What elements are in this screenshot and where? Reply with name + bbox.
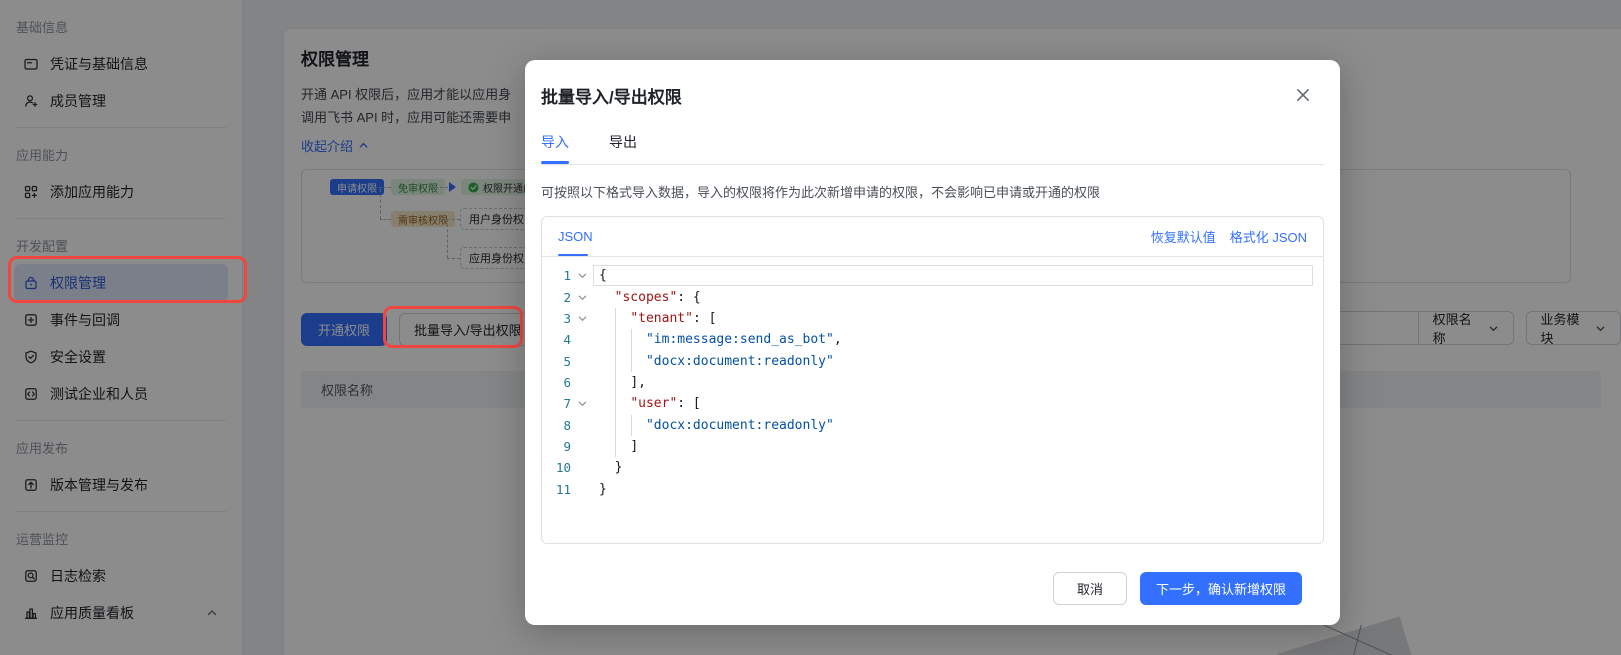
modal-description: 可按照以下格式导入数据，导入的权限将作为此次新增申请的权限，不会影响已申请或开通… (541, 182, 1324, 201)
code-line: 11} (542, 478, 1323, 499)
code-content: "tenant": [ (593, 308, 1313, 329)
line-number: 4 (542, 332, 571, 347)
code-line: 1{ (542, 265, 1323, 286)
fold-chevron-icon[interactable] (571, 292, 593, 303)
code-line: 5 "docx:document:readonly" (542, 350, 1323, 371)
modal-title: 批量导入/导出权限 (541, 60, 1324, 108)
code-content: "im:message:send_as_bot", (593, 329, 1313, 350)
json-editor-panel: JSON 恢复默认值 格式化 JSON 1{2 "scopes": {3 "te… (541, 216, 1324, 544)
line-number: 2 (542, 290, 571, 305)
code-line: 8 "docx:document:readonly" (542, 414, 1323, 435)
line-number: 9 (542, 439, 571, 454)
batch-import-export-modal: 批量导入/导出权限 导入 导出 可按照以下格式导入数据，导入的权限将作为此次新增… (525, 60, 1340, 625)
code-content: } (593, 457, 1313, 478)
code-content: "docx:document:readonly" (593, 414, 1313, 435)
code-content: ], (593, 372, 1313, 393)
line-number: 10 (542, 460, 571, 475)
code-content: "docx:document:readonly" (593, 350, 1313, 371)
code-line: 9 ] (542, 436, 1323, 457)
indent-guide (615, 308, 616, 458)
format-json-link[interactable]: 格式化 JSON (1230, 227, 1307, 246)
code-line: 6 ], (542, 372, 1323, 393)
restore-default-link[interactable]: 恢复默认值 (1151, 227, 1216, 246)
code-content: } (593, 478, 1313, 499)
line-number: 5 (542, 354, 571, 369)
code-content: { (593, 265, 1313, 286)
confirm-next-button[interactable]: 下一步，确认新增权限 (1140, 572, 1302, 605)
code-lines: 1{2 "scopes": {3 "tenant": [4 "im:messag… (542, 265, 1323, 500)
fold-chevron-icon[interactable] (571, 398, 593, 409)
cancel-button[interactable]: 取消 (1053, 572, 1127, 605)
fold-chevron-icon[interactable] (571, 270, 593, 281)
code-editor[interactable]: 1{2 "scopes": {3 "tenant": [4 "im:messag… (542, 257, 1323, 544)
tab-import[interactable]: 导入 (541, 132, 569, 164)
modal-footer: 取消 下一步，确认新增权限 (1053, 572, 1302, 605)
modal-tabs: 导入 导出 (541, 132, 1324, 164)
screen: 基础信息凭证与基础信息成员管理应用能力添加应用能力开发配置权限管理事件与回调安全… (0, 0, 1621, 655)
line-number: 3 (542, 311, 571, 326)
close-icon[interactable] (1292, 84, 1314, 106)
tabs-divider (541, 164, 1324, 165)
code-content: "user": [ (593, 393, 1313, 414)
line-number: 1 (542, 268, 571, 283)
code-line: 4 "im:message:send_as_bot", (542, 329, 1323, 350)
json-format-tab[interactable]: JSON (558, 217, 593, 256)
line-number: 7 (542, 396, 571, 411)
fold-chevron-icon[interactable] (571, 313, 593, 324)
code-line: 7 "user": [ (542, 393, 1323, 414)
indent-guide (631, 415, 632, 436)
code-content: "scopes": { (593, 286, 1313, 307)
line-number: 8 (542, 418, 571, 433)
tab-export[interactable]: 导出 (609, 132, 637, 164)
json-editor-header: JSON 恢复默认值 格式化 JSON (542, 217, 1323, 257)
indent-guide (631, 329, 632, 372)
code-line: 10 } (542, 457, 1323, 478)
code-line: 2 "scopes": { (542, 286, 1323, 307)
code-content: ] (593, 436, 1313, 457)
line-number: 11 (542, 482, 571, 497)
code-line: 3 "tenant": [ (542, 308, 1323, 329)
line-number: 6 (542, 375, 571, 390)
